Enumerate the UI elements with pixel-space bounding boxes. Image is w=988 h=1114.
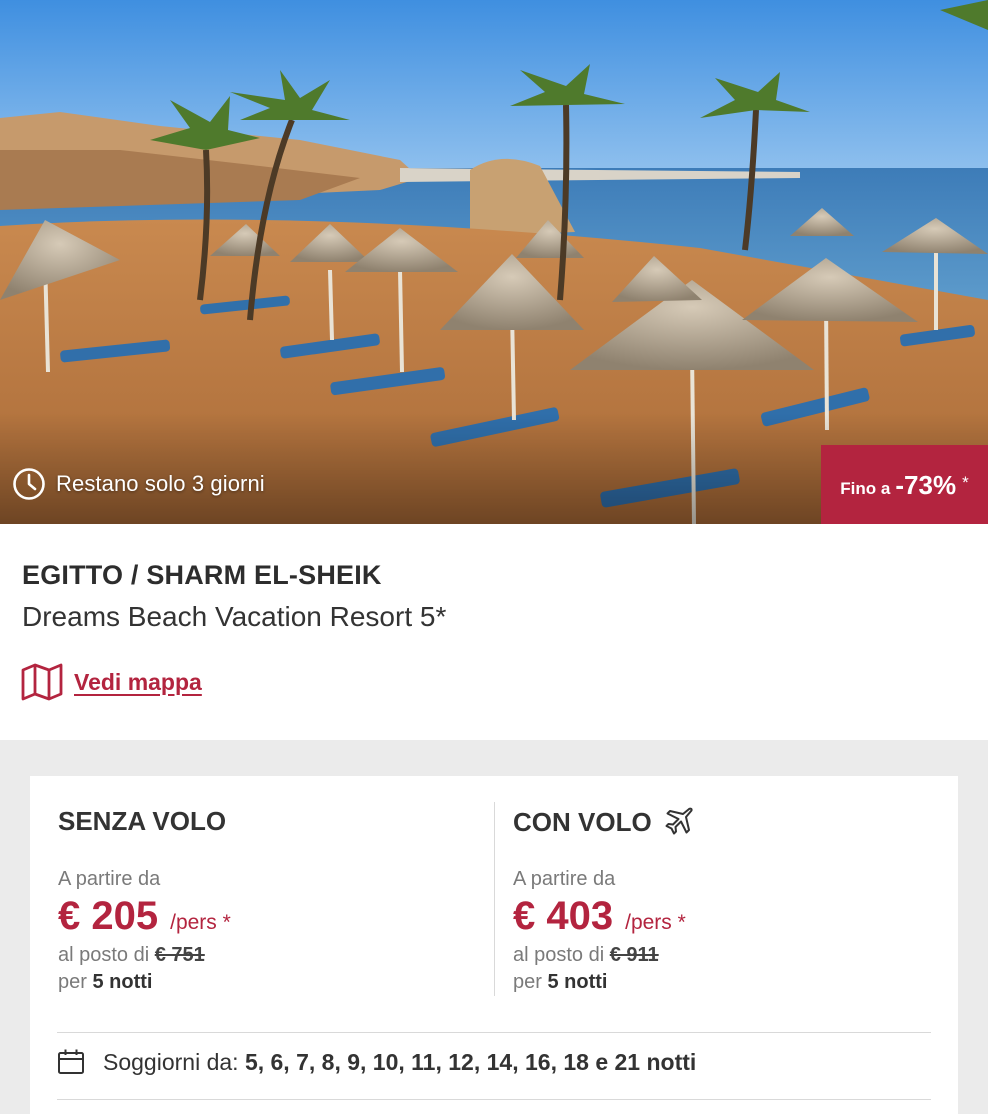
instead-label: al posto di — [58, 944, 150, 966]
hotel-name: Dreams Beach Vacation Resort 5* — [22, 601, 447, 632]
offer-title: SENZA VOLO — [58, 806, 226, 837]
map-icon — [21, 663, 63, 701]
countdown-banner: Restano solo 3 giorni — [12, 466, 265, 502]
nights-line: per 5 notti — [58, 971, 152, 994]
countdown-text: Restano solo 3 giorni — [56, 471, 265, 496]
price-row: € 205 /pers * — [58, 894, 231, 939]
divider-bottom — [57, 1099, 931, 1100]
stays-values: 5, 6, 7, 8, 9, 10, 11, 12, 14, 16, 18 e … — [244, 1048, 697, 1075]
stays-label: Soggiorni da: — [103, 1048, 239, 1075]
from-label: A partire da — [513, 868, 616, 890]
nights-prefix: per — [58, 971, 87, 993]
nights-value: 5 notti — [92, 971, 153, 993]
divider-top — [57, 1032, 931, 1033]
price-row: € 403 /pers * — [513, 894, 686, 939]
old-price: € 911 — [609, 944, 659, 966]
per-person-label: /pers * — [170, 911, 231, 934]
from-label: A partire da — [58, 868, 161, 890]
nights-value: 5 notti — [547, 971, 608, 993]
discount-asterisk: * — [962, 472, 969, 492]
old-price: € 751 — [154, 944, 205, 966]
nights-prefix: per — [513, 971, 542, 993]
offer-title-text: SENZA VOLO — [58, 806, 227, 836]
old-price-line: al posto di € 911 — [513, 944, 659, 967]
offer-title-text: CON VOLO — [513, 806, 652, 837]
offers-card: SENZA VOLO A partire da € 205 /pers * al… — [30, 776, 958, 1114]
clock-icon — [13, 468, 45, 500]
view-map-label[interactable]: Vedi mappa — [74, 669, 202, 696]
destination-title: EGITTO / SHARM EL-SHEIK — [22, 560, 382, 590]
offer-price: € 403 — [513, 894, 614, 938]
hero-image[interactable]: Restano solo 3 giorni Fino a -73% * — [0, 0, 988, 524]
per-person-label: /pers * — [625, 911, 686, 934]
old-price-line: al posto di € 751 — [58, 944, 205, 967]
column-divider — [494, 802, 495, 996]
offer-price: € 205 — [58, 894, 159, 938]
calendar-icon — [58, 1049, 84, 1074]
airplane-icon — [665, 807, 693, 835]
discount-value: -73% — [895, 470, 957, 500]
listing-info: EGITTO / SHARM EL-SHEIK Dreams Beach Vac… — [0, 524, 988, 740]
view-map-link[interactable]: Vedi mappa — [20, 662, 202, 702]
nights-line: per 5 notti — [513, 971, 607, 994]
stays-text: Soggiorni da: 5, 6, 7, 8, 9, 10, 11, 12,… — [103, 1049, 696, 1076]
stays-row: Soggiorni da: 5, 6, 7, 8, 9, 10, 11, 12,… — [57, 1048, 696, 1076]
instead-label: al posto di — [513, 944, 605, 966]
discount-prefix: Fino a — [840, 478, 891, 498]
offer-title: CON VOLO — [513, 806, 694, 838]
offers-section: SENZA VOLO A partire da € 205 /pers * al… — [0, 740, 988, 1114]
discount-badge: Fino a -73% * — [821, 445, 988, 524]
